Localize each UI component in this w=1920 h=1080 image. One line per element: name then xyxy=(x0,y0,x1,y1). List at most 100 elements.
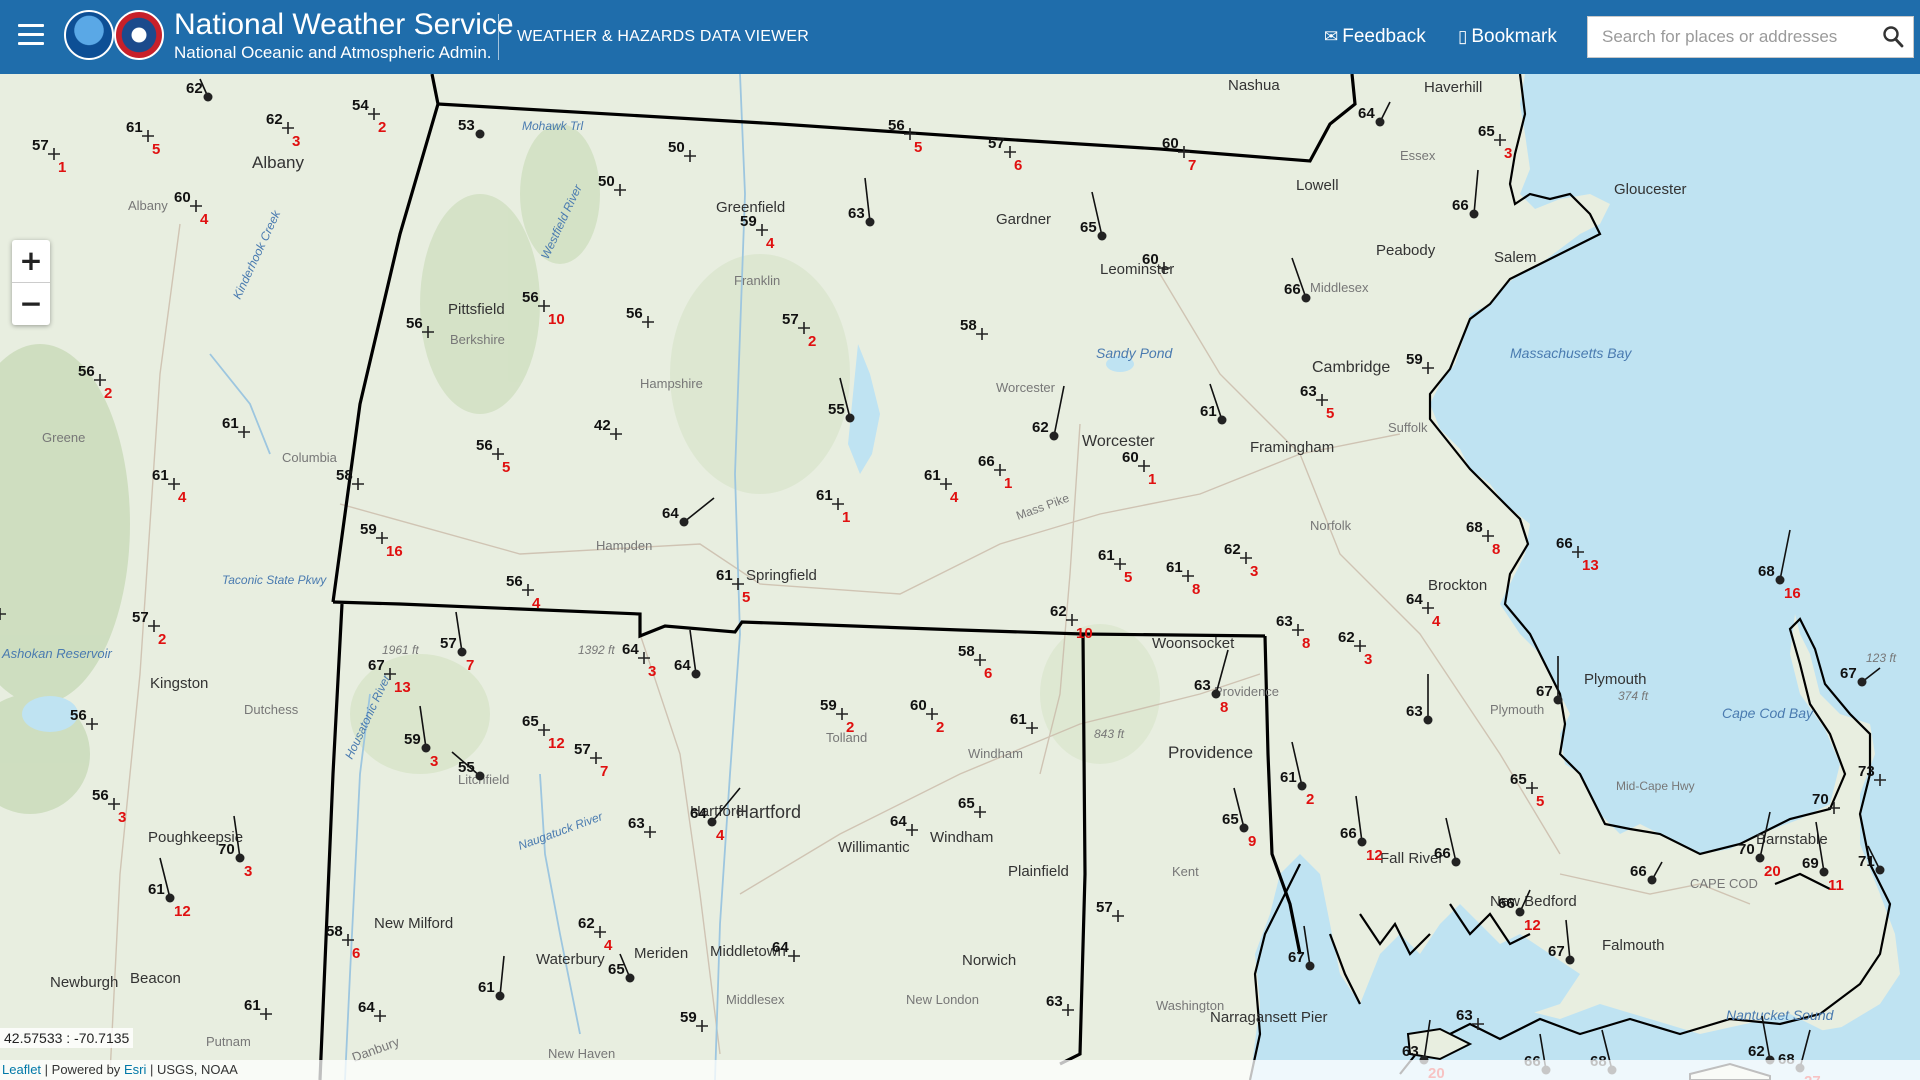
attribution-sources: | USGS, NOAA xyxy=(149,1062,238,1077)
station-dot xyxy=(1553,695,1563,705)
temperature-label: 67 xyxy=(1536,683,1553,700)
place-label: 1392 ft xyxy=(578,643,615,657)
temperature-label: 73 xyxy=(1858,763,1875,780)
leaflet-link[interactable]: Leaflet xyxy=(2,1062,41,1077)
wind-gust-label: 5 xyxy=(742,589,750,606)
temperature-label: 61 xyxy=(222,415,239,432)
temperature-label: 60 xyxy=(174,189,191,206)
place-label: Windham xyxy=(930,829,993,846)
temperature-label: 65 xyxy=(958,795,975,812)
place-label: Sandy Pond xyxy=(1096,345,1173,361)
place-label: Providence xyxy=(1168,743,1253,762)
temperature-label: 56 xyxy=(626,305,643,322)
station-dot xyxy=(1819,867,1829,877)
wind-gust-label: 5 xyxy=(1536,793,1544,810)
place-label: Essex xyxy=(1400,148,1436,163)
station-dot xyxy=(1469,209,1479,219)
temperature-label: 56 xyxy=(522,289,539,306)
temperature-label: 54 xyxy=(352,97,369,114)
temperature-label: 60 xyxy=(1162,135,1179,152)
place-label: Massachusetts Bay xyxy=(1510,345,1632,361)
temperature-label: 57 xyxy=(32,137,49,154)
place-label: Hampden xyxy=(596,538,652,553)
place-label: Albany xyxy=(252,153,304,172)
place-label: Meriden xyxy=(634,945,688,962)
temperature-label: 56 xyxy=(406,315,423,332)
hamburger-menu-button[interactable] xyxy=(18,24,44,46)
bookmark-link[interactable]: ▯ Bookmark xyxy=(1458,26,1557,48)
search-icon[interactable] xyxy=(1879,23,1907,51)
zoom-out-button[interactable]: − xyxy=(12,283,50,325)
station-dot xyxy=(203,92,213,102)
station-dot xyxy=(1515,907,1525,917)
place-label: Worcester xyxy=(996,380,1056,395)
temperature-label: 55 xyxy=(828,401,845,418)
temperature-label: 59 xyxy=(404,731,421,748)
wind-gust-label: 5 xyxy=(152,141,160,158)
place-label: Brockton xyxy=(1428,577,1487,594)
temperature-label: 53 xyxy=(458,117,475,134)
station-dot xyxy=(165,893,175,903)
place-label: Haverhill xyxy=(1424,79,1482,96)
station-dot xyxy=(475,129,485,139)
temperature-label: 63 xyxy=(1300,383,1317,400)
station-dot xyxy=(1857,677,1867,687)
wind-gust-label: 4 xyxy=(532,595,541,612)
place-label: Hampshire xyxy=(640,376,703,391)
station-dot xyxy=(1305,961,1315,971)
search-input[interactable] xyxy=(1588,17,1873,57)
place-label: 374 ft xyxy=(1618,689,1649,703)
temperature-label: 62 xyxy=(578,915,595,932)
temperature-label: 67 xyxy=(368,657,385,674)
wind-gust-label: 4 xyxy=(178,489,187,506)
wind-gust-label: 4 xyxy=(716,827,725,844)
wind-gust-label: 9 xyxy=(1248,833,1256,850)
station-dot xyxy=(495,991,505,1001)
station-dot xyxy=(421,743,431,753)
temperature-label: 62 xyxy=(1224,541,1241,558)
temperature-label: 56 xyxy=(476,437,493,454)
wind-gust-label: 6 xyxy=(352,945,360,962)
noaa-logo[interactable] xyxy=(64,10,114,60)
wind-gust-label: 3 xyxy=(1250,563,1258,580)
station-dot xyxy=(1301,293,1311,303)
powered-by-text: | Powered by xyxy=(44,1062,121,1077)
station-dot xyxy=(1875,865,1885,875)
wind-gust-label: 4 xyxy=(200,211,209,228)
map-viewer[interactable]: Albany Albany Columbia Greene Kingston Dutche… xyxy=(0,74,1920,1080)
wind-gust-label: 3 xyxy=(1504,145,1512,162)
place-label: Windham xyxy=(968,746,1023,761)
place-label: Middlesex xyxy=(726,992,785,1007)
wind-gust-label: 5 xyxy=(914,139,922,156)
wind-gust-label: 2 xyxy=(104,385,112,402)
station-dot xyxy=(1647,875,1657,885)
place-label: Taconic State Pkwy xyxy=(222,573,327,587)
temperature-label: 70 xyxy=(218,841,235,858)
temperature-label: 60 xyxy=(910,697,927,714)
place-label: Nashua xyxy=(1228,77,1280,94)
temperature-label: 61 xyxy=(924,467,941,484)
temperature-label: 64 xyxy=(674,657,691,674)
place-label: Salem xyxy=(1494,249,1537,266)
coordinate-readout: 42.57533 : -70.7135 xyxy=(0,1028,134,1048)
app-header: National Weather Service National Oceani… xyxy=(0,0,1920,74)
station-dot xyxy=(1451,857,1461,867)
place-label: Pittsfield xyxy=(448,301,505,318)
map-canvas[interactable]: Albany Albany Columbia Greene Kingston Dutche… xyxy=(0,74,1920,1080)
nws-logo[interactable] xyxy=(114,10,164,60)
wind-gust-label: 4 xyxy=(1432,613,1441,630)
wind-gust-label: 3 xyxy=(430,753,438,770)
temperature-label: 63 xyxy=(848,205,865,222)
temperature-label: 66 xyxy=(1498,895,1515,912)
temperature-label: 64 xyxy=(690,805,707,822)
wind-gust-label: 12 xyxy=(548,735,565,752)
esri-link[interactable]: Esri xyxy=(124,1062,146,1077)
temperature-label: 66 xyxy=(1452,197,1469,214)
temperature-label: 64 xyxy=(662,505,679,522)
wind-gust-label: 6 xyxy=(984,665,992,682)
station-dot xyxy=(1775,575,1785,585)
wind-gust-label: 1 xyxy=(842,509,850,526)
zoom-in-button[interactable]: + xyxy=(12,240,50,283)
feedback-link[interactable]: ✉ Feedback xyxy=(1324,26,1426,48)
temperature-label: 68 xyxy=(1466,519,1483,536)
